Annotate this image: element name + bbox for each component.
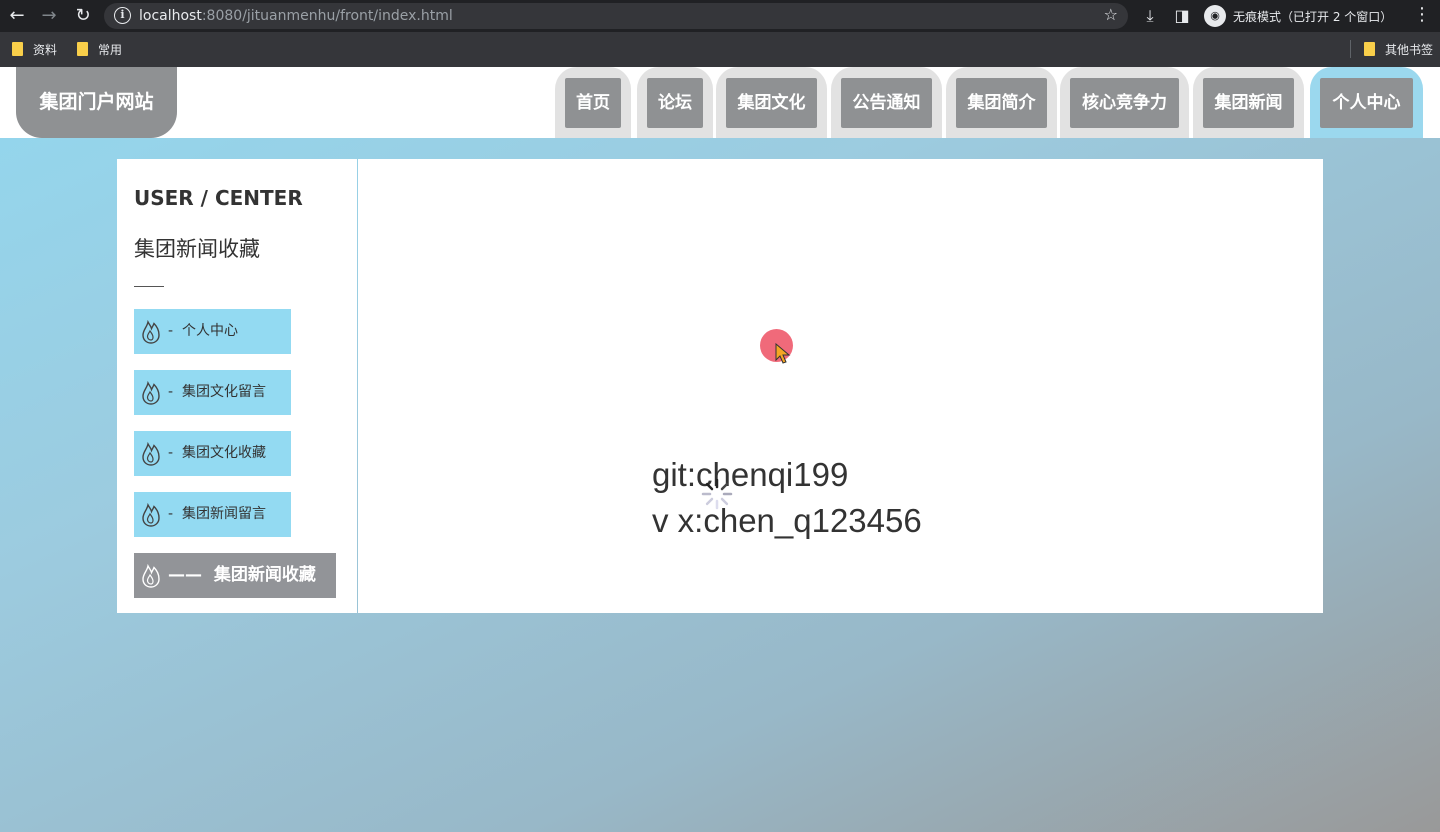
nav-tab-notices[interactable]: 公告通知	[831, 67, 942, 138]
sidebar-item-prefix: ——	[168, 565, 202, 585]
page: 集团门户网站 首页 论坛 集团文化 公告通知 集团简介 核心竞争力 集团新闻 个…	[0, 67, 1440, 832]
url-host: localhost	[139, 8, 202, 24]
folder-icon	[1364, 42, 1375, 56]
loading-spinner-icon	[701, 478, 733, 510]
sidebar-item-prefix: -	[168, 445, 174, 461]
sidebar-item-news-comments[interactable]: - 集团新闻留言	[134, 492, 291, 537]
nav-tab-label: 集团文化	[726, 78, 817, 128]
url-text[interactable]: localhost:8080/jituanmenhu/front/index.h…	[139, 7, 453, 25]
bookmarks-bar: 资料 常用 其他书签	[0, 32, 1440, 67]
nav-tab-news[interactable]: 集团新闻	[1193, 67, 1304, 138]
sidebar-item-label: 集团新闻留言	[181, 506, 266, 522]
sidebar-subtitle: 集团新闻收藏	[134, 237, 260, 261]
nav-tab-home[interactable]: 首页	[555, 67, 631, 138]
flame-icon	[142, 563, 160, 588]
nav-tab-label: 核心竞争力	[1070, 78, 1179, 128]
nav-tab-label: 集团简介	[956, 78, 1047, 128]
nav-tab-label: 集团新闻	[1203, 78, 1294, 128]
mouse-cursor-icon	[775, 343, 791, 364]
incognito-label[interactable]: 无痕模式（已打开 2 个窗口）	[1233, 8, 1392, 25]
download-icon[interactable]: ⤓	[1139, 5, 1161, 27]
bookmark-label: 常用	[98, 43, 123, 57]
other-bookmarks[interactable]: 其他书签	[1364, 41, 1433, 59]
reload-icon[interactable]: ↻	[72, 5, 94, 27]
sidebar-item-prefix: -	[168, 323, 174, 339]
nav-tab-label: 个人中心	[1320, 78, 1413, 128]
flame-icon	[142, 441, 160, 466]
bookmark-folder-ziliao[interactable]: 资料	[12, 41, 57, 59]
nav-tab-forum[interactable]: 论坛	[637, 67, 713, 138]
site-header: 集团门户网站 首页 论坛 集团文化 公告通知 集团简介 核心竞争力 集团新闻 个…	[0, 67, 1440, 138]
url-path: :8080/jituanmenhu/front/index.html	[201, 8, 453, 24]
bookmark-star-icon[interactable]: ☆	[1104, 5, 1118, 24]
forward-icon[interactable]: →	[38, 5, 60, 27]
nav-tab-competitiveness[interactable]: 核心竞争力	[1060, 67, 1189, 138]
sidebar-item-prefix: -	[168, 506, 174, 522]
nav-tab-label: 论坛	[647, 78, 703, 128]
watermark-line: v x:chen_q123456	[652, 502, 922, 539]
user-center-sidebar: USER / CENTER 集团新闻收藏 - 个人中心 - 集团文化留言 - 集…	[117, 159, 357, 613]
browser-toolbar: ← → ↻ i localhost:8080/jituanmenhu/front…	[0, 0, 1440, 32]
watermark-text: git:chenqi199 v x:chen_q123456	[652, 452, 922, 544]
browser-menu-icon[interactable]: ⋮	[1412, 4, 1432, 25]
nav-tab-label: 公告通知	[841, 78, 932, 128]
sidebar-item-news-favorites[interactable]: —— 集团新闻收藏	[134, 553, 336, 598]
flame-icon	[142, 319, 160, 344]
bookmark-label: 资料	[33, 43, 58, 57]
nav-tab-about[interactable]: 集团简介	[946, 67, 1057, 138]
sidebar-item-prefix: -	[168, 384, 174, 400]
nav-tab-culture[interactable]: 集团文化	[716, 67, 827, 138]
sidebar-item-label: 集团文化收藏	[181, 445, 266, 461]
sidebar-title: USER / CENTER	[134, 186, 303, 210]
watermark-line: git:chenqi199	[652, 456, 849, 493]
flame-icon	[142, 380, 160, 405]
sidebar-item-label: 集团文化留言	[181, 384, 266, 400]
sidebar-divider	[134, 286, 164, 287]
sidebar-item-user-center[interactable]: - 个人中心	[134, 309, 291, 354]
flame-icon	[142, 502, 160, 527]
sidebar-item-culture-favorites[interactable]: - 集团文化收藏	[134, 431, 291, 476]
folder-icon	[12, 42, 23, 56]
bookmark-label: 其他书签	[1385, 43, 1434, 57]
address-bar[interactable]: i localhost:8080/jituanmenhu/front/index…	[104, 3, 1128, 29]
bookmark-folder-changyong[interactable]: 常用	[77, 41, 122, 59]
site-logo[interactable]: 集团门户网站	[16, 67, 177, 138]
side-panel-icon[interactable]: ◨	[1171, 5, 1193, 27]
folder-icon	[77, 42, 88, 56]
sidebar-item-culture-comments[interactable]: - 集团文化留言	[134, 370, 291, 415]
incognito-icon[interactable]: ◉	[1204, 5, 1226, 27]
back-icon[interactable]: ←	[6, 5, 28, 27]
sidebar-item-label: 集团新闻收藏	[213, 565, 316, 585]
site-info-icon[interactable]: i	[114, 7, 131, 24]
bookmarks-divider	[1350, 40, 1351, 58]
nav-tab-user-center[interactable]: 个人中心	[1310, 67, 1423, 138]
nav-tab-label: 首页	[565, 78, 621, 128]
sidebar-item-label: 个人中心	[181, 323, 238, 339]
content-panel: git:chenqi199 v x:chen_q123456	[358, 159, 1323, 613]
